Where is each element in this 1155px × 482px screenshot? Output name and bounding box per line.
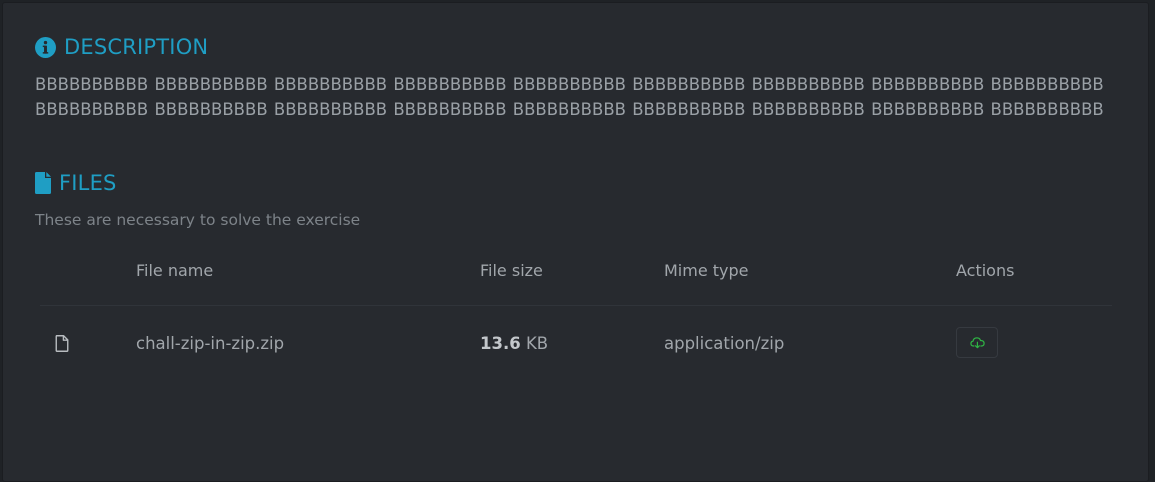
download-button[interactable] xyxy=(956,327,998,358)
description-title: DESCRIPTION xyxy=(64,35,209,59)
column-header-actions: Actions xyxy=(956,261,1015,280)
column-header-file-size: File size xyxy=(480,261,543,280)
file-outline-icon xyxy=(55,335,69,352)
files-title: FILES xyxy=(59,171,117,195)
description-heading: DESCRIPTION xyxy=(35,35,208,59)
cloud-download-icon xyxy=(969,337,985,349)
file-size-unit: KB xyxy=(525,334,549,353)
table-row: chall-zip-in-zip.zip 13.6 KB application… xyxy=(40,306,1112,378)
files-table: File name File size Mime type Actions ch… xyxy=(40,253,1112,378)
files-heading: FILES xyxy=(35,171,117,195)
challenge-panel: DESCRIPTION BBBBBBBBBB BBBBBBBBBB BBBBBB… xyxy=(2,2,1149,482)
file-icon xyxy=(35,172,51,194)
file-name: chall-zip-in-zip.zip xyxy=(136,334,285,353)
files-subtitle: These are necessary to solve the exercis… xyxy=(35,211,361,229)
column-header-file-name: File name xyxy=(136,261,214,280)
table-header: File name File size Mime type Actions xyxy=(40,253,1112,306)
info-circle-icon xyxy=(35,36,56,58)
file-size: 13.6 KB xyxy=(480,334,548,353)
description-text: BBBBBBBBBB BBBBBBBBBB BBBBBBBBBB BBBBBBB… xyxy=(35,75,1104,119)
column-header-mime-type: Mime type xyxy=(664,261,749,280)
file-size-value: 13.6 xyxy=(480,334,521,353)
file-mime-type: application/zip xyxy=(664,334,785,353)
